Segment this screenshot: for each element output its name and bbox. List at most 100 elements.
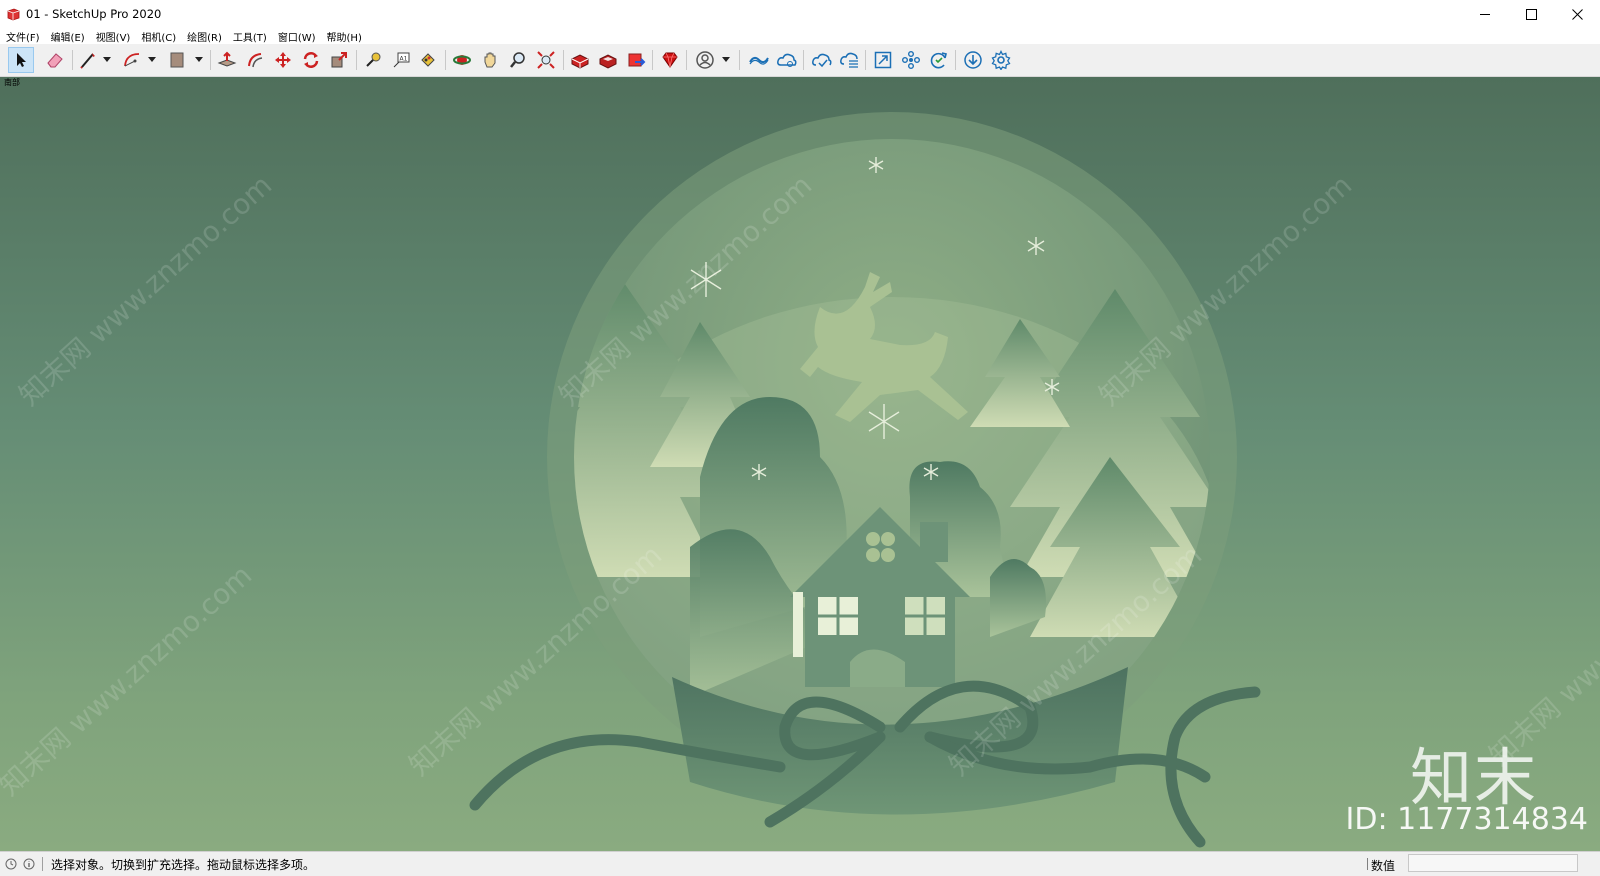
layout-button[interactable]	[623, 47, 649, 73]
maximize-icon	[1525, 8, 1537, 20]
line-tool-dropdown[interactable]	[101, 47, 113, 73]
status-message: 选择对象。切换到扩充选择。拖动鼠标选择多项。	[51, 857, 316, 872]
measurements-label: 数值	[1370, 859, 1395, 873]
paint-bucket-tool-button[interactable]	[415, 47, 441, 73]
cloud-list-button[interactable]	[836, 47, 862, 73]
menu-help[interactable]: 帮助(H)	[321, 29, 367, 44]
rotate-icon	[303, 52, 319, 68]
cloud-upload-icon	[812, 53, 832, 68]
chevron-down-icon	[103, 57, 111, 62]
line-icon	[80, 53, 95, 69]
tape-measure-tool-button[interactable]	[360, 47, 386, 73]
trimble-sync-button[interactable]	[774, 47, 800, 73]
rotate-tool-button[interactable]	[298, 47, 324, 73]
geolocation-icon[interactable]	[4, 857, 18, 871]
zoom-icon	[510, 52, 525, 68]
select-tool-button[interactable]	[8, 47, 34, 73]
chevron-down-icon	[195, 57, 203, 62]
rectangle-tool-button[interactable]	[164, 47, 190, 73]
ruby-console-button[interactable]	[657, 47, 683, 73]
text-tool-button[interactable]: A1	[388, 47, 414, 73]
rectangle-icon	[170, 52, 184, 68]
move-icon	[275, 52, 291, 68]
offset-icon	[248, 53, 263, 68]
arc-tool-dropdown[interactable]	[146, 47, 158, 73]
text-icon: A1	[393, 52, 410, 68]
window-title: 01 - SketchUp Pro 2020	[26, 7, 162, 21]
menu-edit[interactable]: 编辑(E)	[45, 29, 90, 44]
status-divider	[42, 857, 43, 871]
components-button[interactable]	[898, 47, 924, 73]
vcb-divider	[1367, 858, 1368, 870]
refresh-icon	[930, 52, 947, 69]
chevron-down-icon	[148, 57, 156, 62]
measurements-input[interactable]	[1408, 854, 1578, 872]
close-button[interactable]	[1554, 0, 1600, 28]
snow-globe-scene: 知末网 www.znzmo.com 知末网 www.znzmo.com 知末网 …	[0, 112, 1600, 848]
menu-window[interactable]: 窗口(W)	[272, 29, 321, 44]
image-id-label: ID: 1177314834	[1345, 802, 1588, 837]
pan-tool-button[interactable]	[477, 47, 503, 73]
settings-button[interactable]	[988, 47, 1014, 73]
refresh-button[interactable]	[926, 47, 952, 73]
scale-icon	[331, 52, 347, 68]
eraser-icon	[47, 53, 63, 68]
pan-icon	[484, 52, 496, 68]
account-dropdown[interactable]	[720, 47, 732, 73]
menu-camera[interactable]: 相机(C)	[135, 29, 181, 44]
house-chimney	[920, 522, 948, 562]
eraser-tool-button[interactable]	[42, 47, 68, 73]
orbit-tool-button[interactable]	[449, 47, 475, 73]
trimble-connect-icon	[749, 56, 769, 65]
arc-tool-button[interactable]	[119, 47, 145, 73]
warehouse-icon	[571, 54, 589, 69]
model-viewport[interactable]: 知末网 www.znzmo.com 知末网 www.znzmo.com 知末网 …	[0, 77, 1600, 851]
watermark: 知末网 www.znzmo.com	[13, 168, 279, 412]
main-toolbar: A1	[0, 44, 1600, 77]
info-icon[interactable]	[22, 857, 36, 871]
extension-warehouse-button[interactable]	[595, 47, 621, 73]
sketchup-app-icon	[7, 8, 20, 20]
layout-icon	[628, 53, 646, 67]
close-icon	[1571, 8, 1583, 20]
chevron-down-icon	[722, 57, 730, 62]
zoom-tool-button[interactable]	[505, 47, 531, 73]
trimble-sync-icon	[777, 53, 797, 67]
trimble-connect-button[interactable]	[746, 47, 772, 73]
offset-tool-button[interactable]	[242, 47, 268, 73]
menu-view[interactable]: 视图(V)	[90, 29, 136, 44]
arc-icon	[124, 53, 140, 67]
zoom-extents-icon	[537, 51, 555, 69]
components-icon	[902, 51, 920, 69]
line-tool-button[interactable]	[75, 47, 101, 73]
title-bar: 01 - SketchUp Pro 2020	[0, 0, 1600, 28]
account-icon	[696, 51, 714, 69]
menu-draw[interactable]: 绘图(R)	[181, 29, 227, 44]
menu-file[interactable]: 文件(F)	[0, 29, 45, 44]
maximize-button[interactable]	[1508, 0, 1554, 28]
cloud-upload-button[interactable]	[808, 47, 834, 73]
tape-measure-icon	[366, 52, 381, 67]
watermark: 知末网 www.znzmo.com	[0, 558, 258, 802]
rectangle-tool-dropdown[interactable]	[193, 47, 205, 73]
download-button[interactable]	[960, 47, 986, 73]
minimize-button[interactable]	[1462, 0, 1508, 28]
warehouse-button[interactable]	[567, 47, 593, 73]
orbit-icon	[453, 55, 471, 65]
move-tool-button[interactable]	[270, 47, 296, 73]
menu-tools[interactable]: 工具(T)	[227, 29, 272, 44]
window-controls	[1462, 0, 1600, 28]
scale-tool-button[interactable]	[326, 47, 352, 73]
zoom-extents-tool-button[interactable]	[533, 47, 559, 73]
menu-bar: 文件(F) 编辑(E) 视图(V) 相机(C) 绘图(R) 工具(T) 窗口(W…	[0, 28, 1600, 44]
zoom-window-icon	[874, 51, 892, 69]
scene-tab-label[interactable]: 南部	[4, 77, 20, 88]
cloud-list-icon	[840, 52, 858, 68]
status-bar: 选择对象。切换到扩充选择。拖动鼠标选择多项。 数值	[0, 851, 1600, 876]
paint-bucket-icon	[421, 53, 435, 67]
minimize-icon	[1479, 13, 1490, 15]
account-button[interactable]	[692, 47, 718, 73]
settings-icon	[991, 50, 1011, 70]
zoom-window-button[interactable]	[870, 47, 896, 73]
push-pull-tool-button[interactable]	[214, 47, 240, 73]
